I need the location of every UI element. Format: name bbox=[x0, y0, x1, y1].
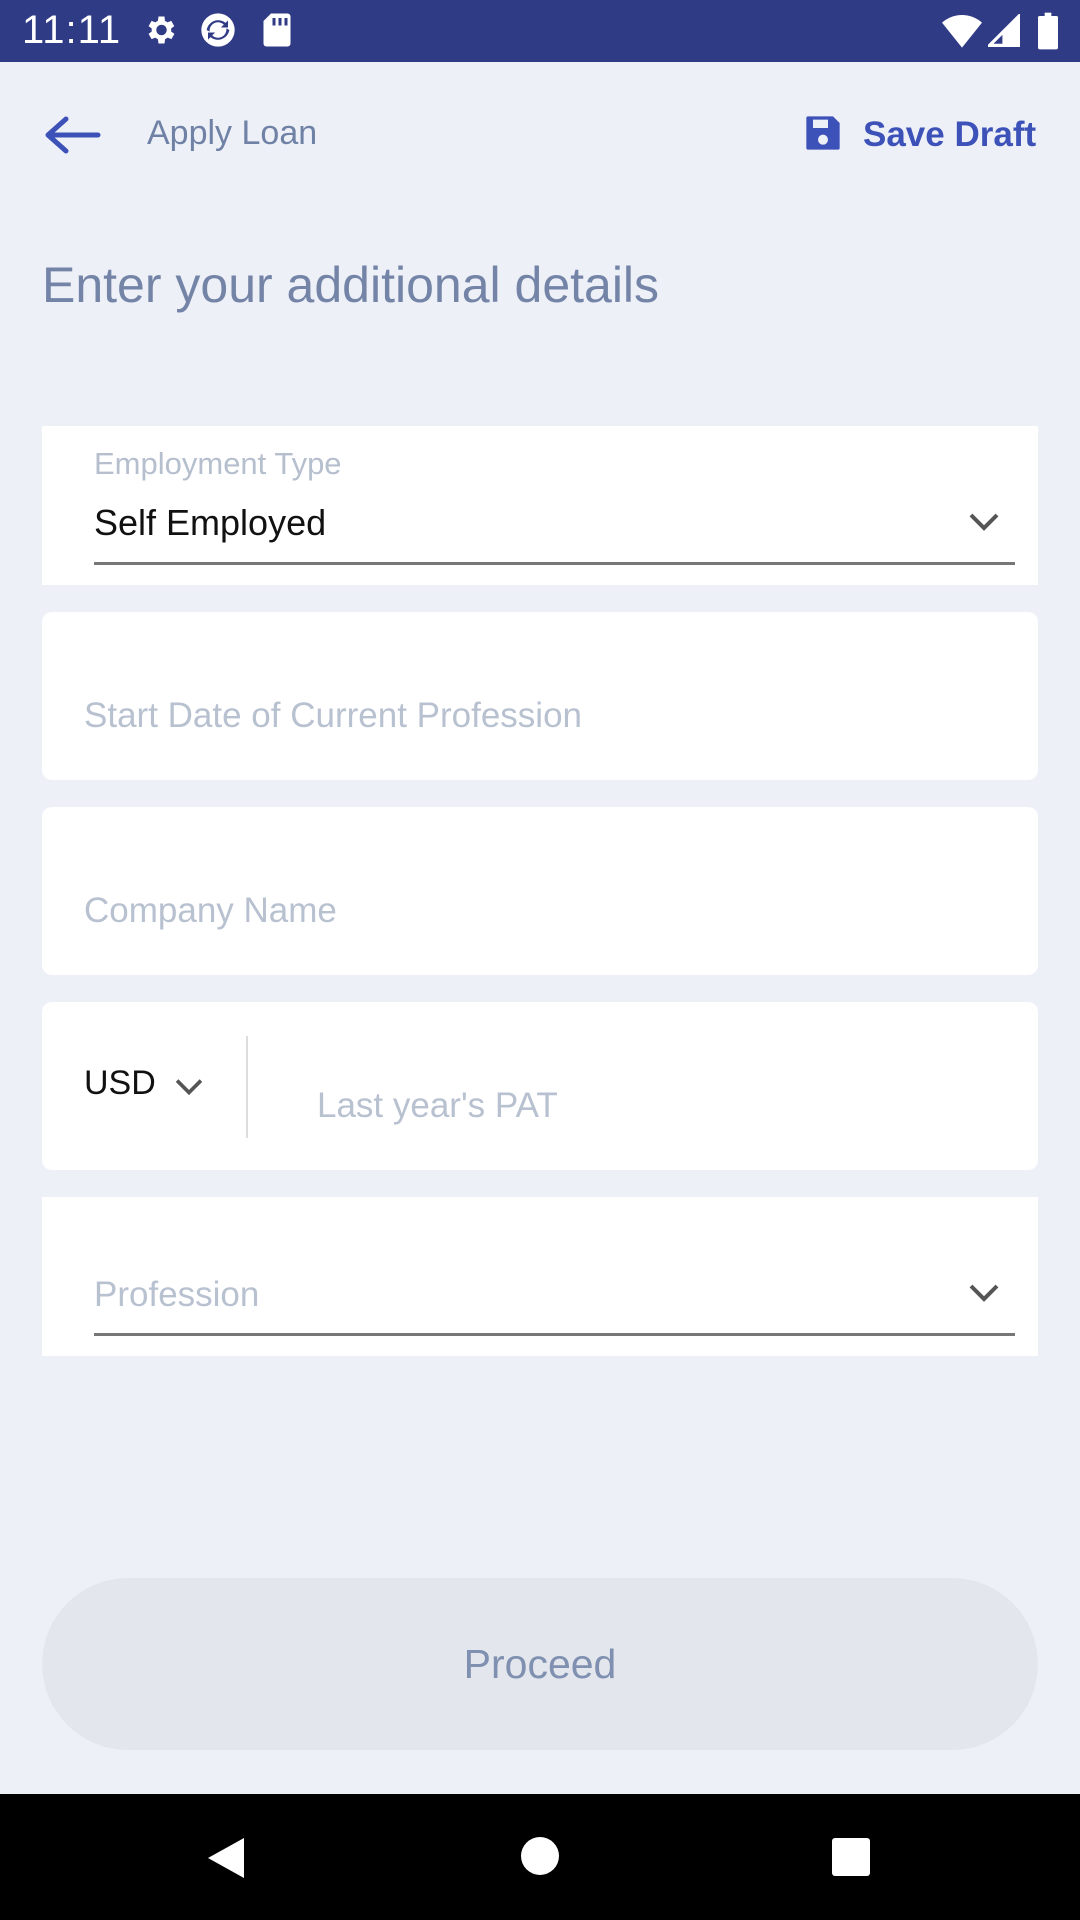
gear-icon bbox=[142, 12, 178, 53]
pat-field: USD Last year's PAT bbox=[42, 1002, 1038, 1170]
save-draft-label: Save Draft bbox=[863, 115, 1037, 154]
sd-card-icon bbox=[262, 12, 292, 53]
status-time: 11:11 bbox=[22, 8, 122, 52]
status-bar: 11:11 bbox=[0, 0, 1080, 62]
start-date-field[interactable]: Start Date of Current Profession bbox=[42, 612, 1038, 780]
profession-placeholder: Profession bbox=[94, 1275, 260, 1314]
profession-underline bbox=[94, 1333, 1015, 1336]
back-button[interactable] bbox=[40, 110, 110, 160]
employment-type-value: Self Employed bbox=[94, 502, 327, 543]
wifi-icon bbox=[942, 14, 982, 53]
profession-select[interactable]: Profession bbox=[42, 1197, 1038, 1356]
proceed-button[interactable]: Proceed bbox=[42, 1578, 1038, 1750]
divider bbox=[246, 1036, 248, 1138]
pat-input[interactable]: Last year's PAT bbox=[317, 1086, 558, 1126]
home-circle-icon[interactable] bbox=[520, 1836, 560, 1881]
back-triangle-icon[interactable] bbox=[206, 1836, 246, 1885]
employment-type-label: Employment Type bbox=[94, 446, 342, 481]
currency-value: USD bbox=[84, 1064, 156, 1102]
sync-icon bbox=[198, 10, 238, 55]
employment-type-underline bbox=[94, 562, 1015, 565]
company-name-placeholder: Company Name bbox=[84, 891, 337, 930]
company-name-input[interactable]: Company Name bbox=[42, 807, 1038, 975]
signal-icon bbox=[985, 12, 1020, 53]
floppy-disk-icon bbox=[803, 113, 843, 158]
battery-icon bbox=[1038, 12, 1058, 55]
recents-square-icon[interactable] bbox=[831, 1837, 871, 1882]
chevron-down-icon bbox=[966, 510, 1002, 539]
chevron-down-icon bbox=[966, 1281, 1002, 1310]
save-draft-button[interactable]: Save Draft bbox=[803, 110, 1036, 160]
header-title: Apply Loan bbox=[147, 114, 318, 152]
currency-select[interactable]: USD bbox=[84, 1060, 206, 1107]
start-date-placeholder: Start Date of Current Profession bbox=[84, 696, 582, 735]
chevron-down-icon bbox=[172, 1068, 206, 1107]
arrow-left-icon bbox=[40, 116, 110, 164]
navigation-bar bbox=[0, 1794, 1080, 1920]
page-title: Enter your additional details bbox=[42, 257, 660, 313]
employment-type-select[interactable]: Employment Type Self Employed bbox=[42, 426, 1038, 585]
